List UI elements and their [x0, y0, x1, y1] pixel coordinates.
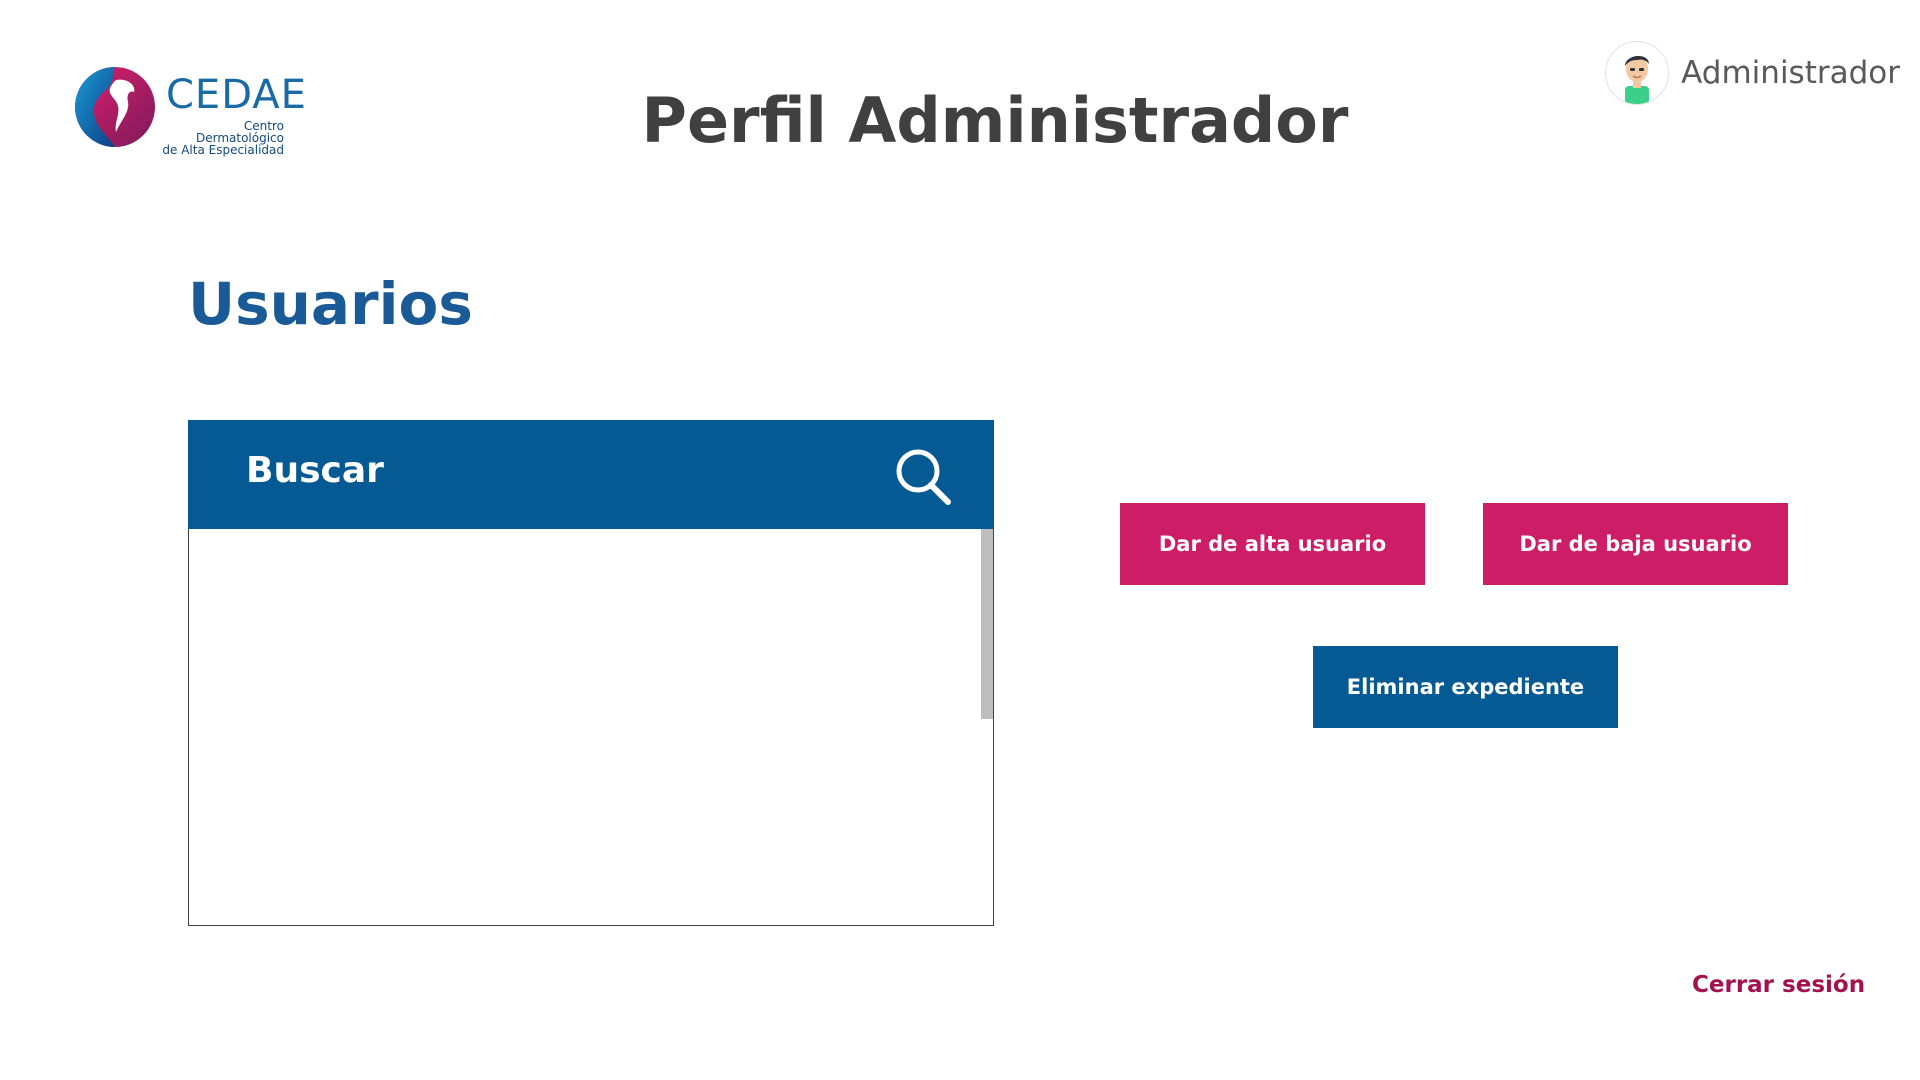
user-profile[interactable]: Administrador	[1605, 40, 1900, 106]
search-bar[interactable]: Buscar	[188, 420, 994, 529]
user-search-panel: Buscar	[188, 420, 994, 926]
search-icon[interactable]	[894, 447, 952, 505]
logout-link[interactable]: Cerrar sesión	[1692, 972, 1865, 998]
page: CEDAE Centro Dermatológico de Alta Espec…	[0, 0, 1920, 1080]
user-name: Administrador	[1681, 55, 1900, 91]
user-avatar-icon[interactable]	[1605, 41, 1670, 105]
delete-record-button[interactable]: Eliminar expediente	[1313, 646, 1618, 728]
add-user-button[interactable]: Dar de alta usuario	[1120, 503, 1425, 585]
remove-user-button[interactable]: Dar de baja usuario	[1483, 503, 1788, 585]
search-input[interactable]: Buscar	[246, 450, 384, 491]
results-scrollbar[interactable]	[981, 529, 993, 719]
search-results-list	[189, 529, 993, 925]
section-title: Usuarios	[188, 270, 473, 338]
